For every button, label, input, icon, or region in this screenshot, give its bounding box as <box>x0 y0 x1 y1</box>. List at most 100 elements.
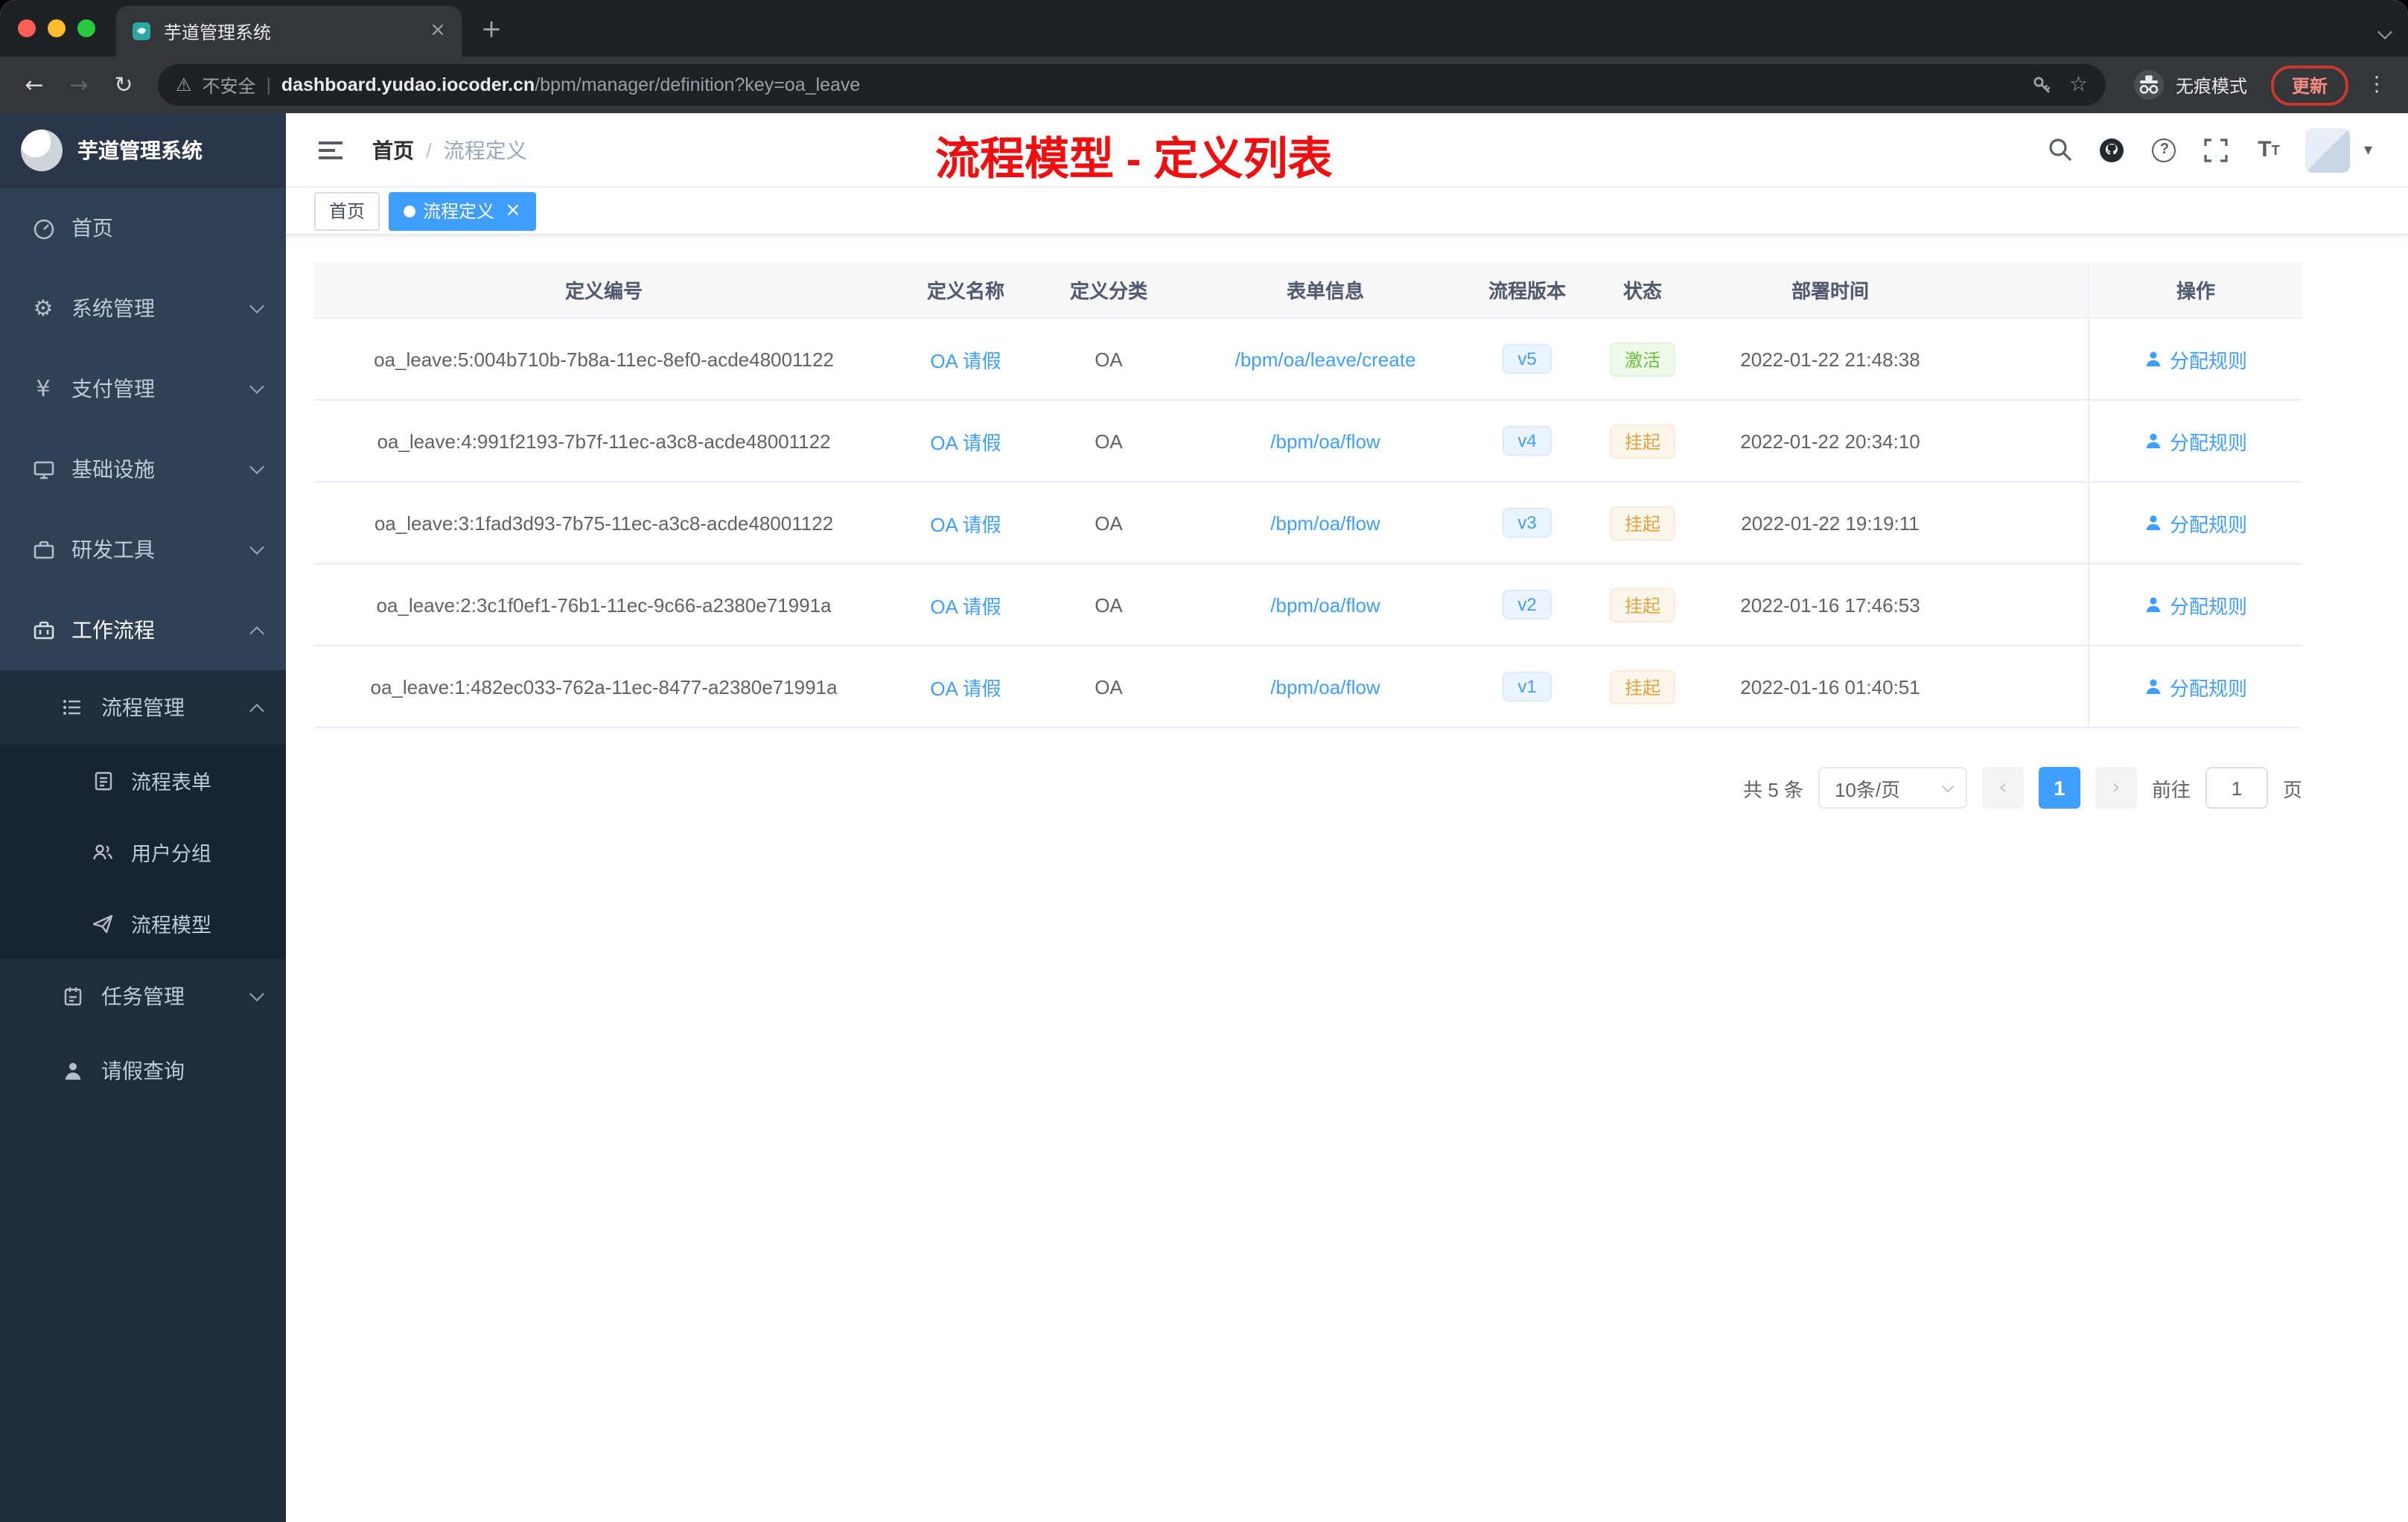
sidebar-menu: 首页 ⚙ 系统管理 ¥ 支付管理 基础设施 研发工具 工作流程 流程管理 流程表… <box>0 188 286 1522</box>
page-size-select[interactable]: 10条/页 <box>1818 767 1967 809</box>
definition-name-link[interactable]: OA 请假 <box>894 427 1038 455</box>
assign-rule-label: 分配规则 <box>2169 677 2247 699</box>
definition-name-link[interactable]: OA 请假 <box>894 672 1038 701</box>
reload-icon[interactable]: ↻ <box>104 66 143 104</box>
column-header: 定义名称 <box>926 280 1004 302</box>
breadcrumb-separator: / <box>426 138 432 162</box>
window-minimize-button[interactable] <box>48 19 66 37</box>
tag-home[interactable]: 首页 <box>314 191 380 230</box>
person-icon <box>2146 351 2161 366</box>
list-icon <box>60 697 86 718</box>
font-size-icon[interactable]: TT <box>2254 135 2284 165</box>
tab-search-icon[interactable] <box>2377 18 2392 45</box>
fullscreen-icon[interactable] <box>2202 135 2232 165</box>
assign-rule-link[interactable]: 分配规则 <box>2144 672 2247 701</box>
star-icon[interactable]: ☆ <box>2069 73 2088 97</box>
form-link[interactable]: /bpm/oa/flow <box>1179 430 1471 452</box>
user-group-icon <box>89 842 116 862</box>
version-cell: v1 <box>1471 672 1583 701</box>
logo-avatar <box>21 130 63 171</box>
update-button[interactable]: 更新 <box>2270 65 2348 105</box>
sidebar-item-infrastructure[interactable]: 基础设施 <box>0 429 286 509</box>
page-content: 定义编号 定义名称 定义分类 表单信息 流程版本 状态 部署时间 操作 oa_l… <box>286 235 2408 809</box>
assign-rule-link[interactable]: 分配规则 <box>2144 590 2247 619</box>
tab-close-icon[interactable]: × <box>426 19 450 43</box>
definition-name-link[interactable]: OA 请假 <box>894 509 1038 537</box>
definition-id: oa_leave:1:482ec033-762a-11ec-8477-a2380… <box>370 675 838 698</box>
breadcrumb-current: 流程定义 <box>443 138 527 162</box>
pagination-total: 共 5 条 <box>1743 778 1803 800</box>
deploy-time: 2022-01-16 01:40:51 <box>1740 675 1920 698</box>
tag-close-icon[interactable]: × <box>505 201 521 220</box>
definition-category: OA <box>1095 675 1123 698</box>
address-bar[interactable]: ⚠ 不安全 | dashboard.yudao.iocoder.cn/bpm/m… <box>158 64 2106 106</box>
browser-toolbar: ← → ↻ ⚠ 不安全 | dashboard.yudao.iocoder.cn… <box>0 57 2408 113</box>
avatar-caret-icon[interactable]: ▾ <box>2364 140 2372 159</box>
sidebar-item-workflow[interactable]: 工作流程 <box>0 590 286 670</box>
back-icon[interactable]: ← <box>15 66 54 104</box>
browser-tab[interactable]: 芋道管理系统 × <box>116 6 462 57</box>
definition-name-link[interactable]: OA 请假 <box>894 590 1038 619</box>
infrastructure-icon <box>30 458 57 480</box>
goto-label: 前往 <box>2151 778 2191 800</box>
version-tag: v2 <box>1503 590 1552 620</box>
sidebar-item-process-model[interactable]: 流程模型 <box>0 888 286 959</box>
definition-id: oa_leave:4:991f2193-7b7f-11ec-a3c8-acde4… <box>377 430 831 452</box>
app-title: 芋道管理系统 <box>77 138 203 162</box>
chevron-down-icon <box>249 987 264 1002</box>
breadcrumb-home[interactable]: 首页 <box>372 135 414 165</box>
page-size-value: 10条/页 <box>1834 778 1901 800</box>
version-tag: v3 <box>1503 508 1552 538</box>
window-close-button[interactable] <box>18 19 36 37</box>
sidebar-item-leave-query[interactable]: 请假查询 <box>0 1034 286 1108</box>
chevron-up-icon <box>249 703 264 718</box>
gear-icon: ⚙ <box>33 295 54 322</box>
search-icon[interactable] <box>2045 135 2075 165</box>
question-icon[interactable]: ? <box>2150 135 2179 165</box>
chevron-down-icon <box>249 299 264 313</box>
status-badge: 激活 <box>1609 342 1675 376</box>
definition-category: OA <box>1095 593 1123 616</box>
version-tag: v5 <box>1503 344 1552 374</box>
status-cell: 挂起 <box>1583 669 1702 704</box>
assign-rule-link[interactable]: 分配规则 <box>2144 345 2247 373</box>
definition-category: OA <box>1095 512 1123 534</box>
key-icon[interactable] <box>2032 74 2054 96</box>
goto-page-input[interactable] <box>2205 767 2268 809</box>
sidebar-logo[interactable]: 芋道管理系统 <box>0 113 286 188</box>
assign-rule-link[interactable]: 分配规则 <box>2144 509 2247 537</box>
pagination: 共 5 条 10条/页 ‹ 1 › 前往 页 <box>314 767 2302 809</box>
sidebar-item-user-group[interactable]: 用户分组 <box>0 816 286 888</box>
action-cell: 分配规则 <box>2088 319 2302 399</box>
sidebar-item-task-mgmt[interactable]: 任务管理 <box>0 959 286 1034</box>
next-page-button[interactable]: › <box>2095 767 2137 809</box>
definition-name-link[interactable]: OA 请假 <box>894 345 1038 373</box>
window-zoom-button[interactable] <box>77 19 95 37</box>
forward-icon[interactable]: → <box>60 66 98 104</box>
status-cell: 挂起 <box>1583 588 1702 622</box>
table-row: oa_leave:5:004b710b-7b8a-11ec-8ef0-acde4… <box>314 319 2302 401</box>
form-link[interactable]: /bpm/oa/flow <box>1179 512 1471 534</box>
sidebar-item-devtools[interactable]: 研发工具 <box>0 509 286 590</box>
avatar[interactable] <box>2305 127 2351 172</box>
sidebar-item-label: 请假查询 <box>101 1059 185 1083</box>
hamburger-icon[interactable] <box>310 132 351 168</box>
sidebar-item-label: 用户分组 <box>131 843 211 865</box>
prev-page-button[interactable]: ‹ <box>1981 767 2024 809</box>
page-number-1[interactable]: 1 <box>2038 767 2080 809</box>
assign-rule-link[interactable]: 分配规则 <box>2144 427 2247 455</box>
sidebar-item-label: 支付管理 <box>71 377 155 401</box>
form-link[interactable]: /bpm/oa/flow <box>1179 675 1471 698</box>
sidebar-item-system[interactable]: ⚙ 系统管理 <box>0 268 286 348</box>
github-icon[interactable] <box>2098 135 2127 165</box>
form-link[interactable]: /bpm/oa/flow <box>1179 593 1471 616</box>
warning-icon: ⚠ <box>176 74 192 95</box>
tag-process-definition[interactable]: 流程定义 × <box>389 191 536 230</box>
new-tab-button[interactable]: + <box>471 10 512 52</box>
sidebar-item-payment[interactable]: ¥ 支付管理 <box>0 348 286 429</box>
sidebar-item-process-form[interactable]: 流程表单 <box>0 745 286 816</box>
sidebar-item-home[interactable]: 首页 <box>0 188 286 268</box>
menu-dots-icon[interactable]: ⋮ <box>2360 73 2393 97</box>
sidebar-item-process-mgmt[interactable]: 流程管理 <box>0 670 286 745</box>
form-link[interactable]: /bpm/oa/leave/create <box>1179 348 1471 370</box>
